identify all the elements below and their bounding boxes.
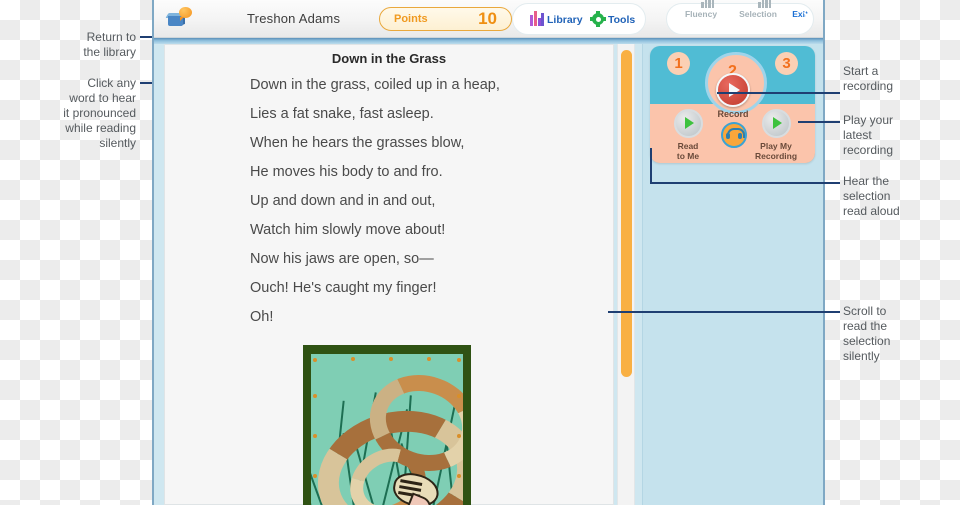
annotation-line: recording bbox=[843, 79, 894, 93]
leader-line-play-latest bbox=[798, 121, 840, 123]
play-recording-label-line1: Play My bbox=[760, 141, 792, 151]
poem-line[interactable]: When he hears the grasses blow, bbox=[250, 129, 603, 158]
leader-line-hear-selection-drop bbox=[650, 148, 652, 184]
status-pill: Fluency Selection Exit bbox=[666, 0, 814, 35]
annotation-click-any-word: Click any word to hear it pronounced whi… bbox=[10, 76, 136, 151]
read-to-me-button[interactable]: Read to Me bbox=[659, 109, 717, 161]
status-selection[interactable]: Selection bbox=[729, 0, 787, 19]
colored-bars-icon bbox=[530, 11, 544, 26]
play-icon bbox=[761, 109, 791, 138]
poem-line[interactable]: Watch him slowly move about! bbox=[250, 216, 603, 245]
poem-line[interactable]: Ouch! He's caught my finger! bbox=[250, 274, 603, 303]
annotation-start-recording: Start a recording bbox=[843, 64, 955, 94]
annotation-hear-selection: Hear the selection read aloud bbox=[843, 174, 955, 219]
vertical-scrollbar[interactable] bbox=[617, 44, 635, 505]
status-label-selection: Selection bbox=[739, 9, 777, 19]
points-label: Points bbox=[394, 13, 428, 25]
record-button[interactable] bbox=[716, 73, 750, 107]
tools-panel: 1 3 2 Record Read to Me Play My Recordin… bbox=[642, 44, 823, 505]
step-badge-1: 1 bbox=[667, 52, 690, 75]
exit-button[interactable]: Exit bbox=[787, 8, 813, 19]
record-card: 1 3 2 Record Read to Me Play My Recordin… bbox=[650, 46, 815, 163]
points-badge: Points 10 bbox=[379, 7, 512, 31]
read-to-me-label-line1: Read bbox=[677, 141, 699, 151]
book-speech-bubble-icon bbox=[165, 7, 192, 27]
nav-label-tools: Tools bbox=[608, 14, 636, 26]
annotation-line: silently bbox=[843, 349, 880, 363]
annotation-line: read aloud bbox=[843, 204, 900, 218]
annotation-scroll-to-read: Scroll to read the selection silently bbox=[843, 304, 955, 364]
leader-line-scroll-to-read bbox=[608, 311, 840, 313]
annotation-line: selection bbox=[843, 189, 891, 203]
annotation-return-to-library: Return to the library bbox=[20, 30, 136, 60]
headphones-icon[interactable] bbox=[721, 122, 747, 148]
points-value: 10 bbox=[478, 9, 497, 28]
status-fluency[interactable]: Fluency bbox=[675, 0, 727, 19]
annotation-line: Start a bbox=[843, 64, 879, 78]
step-badge-3: 3 bbox=[775, 52, 798, 75]
annotation-line: Play your bbox=[843, 113, 894, 127]
annotation-line: it pronounced bbox=[63, 106, 136, 120]
annotation-line: recording bbox=[843, 143, 894, 157]
annotation-line: latest bbox=[843, 128, 872, 142]
poem-line[interactable]: He moves his body to and fro. bbox=[250, 158, 603, 187]
annotation-line: word to hear bbox=[69, 91, 136, 105]
annotation-line: the library bbox=[83, 45, 136, 59]
annotation-line: Scroll to bbox=[843, 304, 887, 318]
annotation-line: read the bbox=[843, 319, 888, 333]
play-my-recording-button[interactable]: Play My Recording bbox=[747, 109, 805, 161]
play-icon bbox=[673, 109, 703, 138]
read-to-me-label-line2: to Me bbox=[676, 151, 700, 161]
annotation-line: silently bbox=[99, 136, 136, 150]
leader-line-start-recording bbox=[717, 92, 840, 94]
poem-body: Down in the grass, coiled up in a heap, … bbox=[250, 71, 603, 332]
status-label-fluency: Fluency bbox=[684, 9, 718, 19]
gear-icon bbox=[590, 11, 606, 27]
annotation-play-latest-recording: Play your latest recording bbox=[843, 113, 955, 158]
annotation-line: while reading bbox=[65, 121, 136, 135]
play-recording-label-line2: Recording bbox=[754, 151, 798, 161]
nav-pill: Library Tools bbox=[512, 3, 646, 35]
poem-title: Down in the Grass bbox=[331, 51, 447, 66]
scrollbar-thumb[interactable] bbox=[621, 50, 632, 377]
student-name: Treshon Adams bbox=[247, 11, 341, 26]
annotation-line: Hear the bbox=[843, 174, 890, 188]
app-window: Treshon Adams Points 10 Library Tools Fl… bbox=[152, 0, 825, 505]
poem-line[interactable]: Now his jaws are open, so— bbox=[250, 245, 603, 274]
title-bar: Treshon Adams Points 10 Library Tools Fl… bbox=[154, 0, 823, 38]
poem-line[interactable]: Lies a fat snake, fast asleep. bbox=[250, 100, 603, 129]
poem-line[interactable]: Oh! bbox=[250, 303, 603, 332]
annotation-line: selection bbox=[843, 334, 891, 348]
coiled-snake-in-grass-illustration bbox=[303, 345, 471, 505]
annotation-line: Return to bbox=[86, 30, 136, 44]
poem-line[interactable]: Up and down and in and out, bbox=[250, 187, 603, 216]
poem-line[interactable]: Down in the grass, coiled up in a heap, bbox=[250, 71, 603, 100]
annotation-line: Click any bbox=[87, 76, 136, 90]
reader-pane: Down in the Grass Down in the grass, coi… bbox=[164, 44, 614, 505]
leader-line-hear-selection bbox=[650, 182, 840, 184]
nav-label-library: Library bbox=[547, 14, 583, 26]
